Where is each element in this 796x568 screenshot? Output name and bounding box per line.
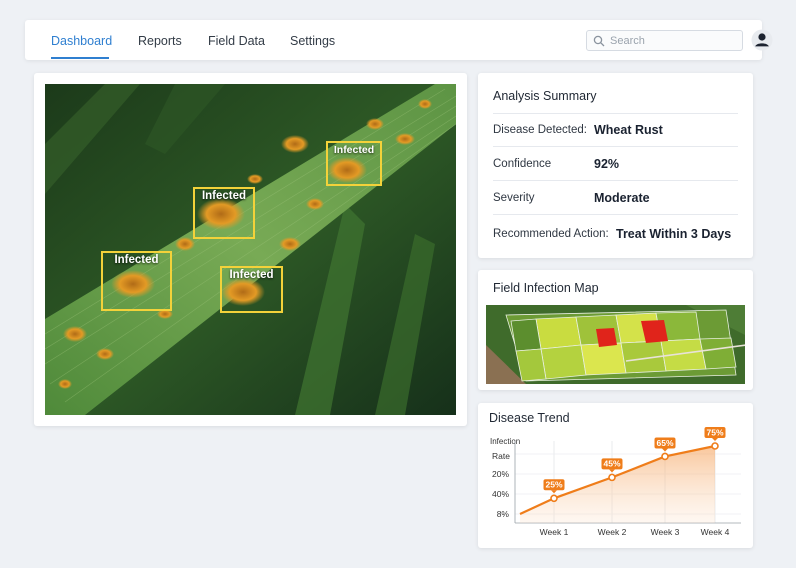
row-label: Recommended Action: (493, 228, 609, 240)
data-label: 45% (603, 459, 620, 469)
data-point (711, 442, 719, 450)
infected-zone[interactable] (596, 328, 617, 347)
tab-dashboard[interactable]: Dashboard (51, 34, 112, 48)
tab-field-data[interactable]: Field Data (208, 34, 265, 48)
detection-label: Infected (114, 254, 159, 266)
x-tick-label: Week 1 (540, 527, 569, 537)
wheat-leaf-image (45, 84, 456, 415)
data-label-pointer (662, 448, 668, 452)
data-point (550, 494, 558, 503)
y-tick-label: 8% (497, 509, 510, 519)
active-tab-indicator (51, 57, 109, 59)
x-tick-label: Week 3 (651, 527, 680, 537)
detection-label: Infected (229, 269, 274, 281)
detection-box[interactable]: Infected (101, 251, 172, 311)
card-title: Field Infection Map (493, 281, 599, 295)
field-infection-map-card: Field Infection Map (478, 270, 753, 390)
data-label-pointer (712, 438, 718, 441)
summary-row: Disease Detected: Wheat Rust (493, 113, 738, 147)
analysis-summary-card: Analysis Summary Disease Detected: Wheat… (478, 73, 753, 258)
x-tick-label: Week 4 (701, 527, 730, 537)
row-label: Disease Detected: (493, 124, 587, 136)
data-label-pointer (551, 490, 557, 494)
leaf-photo: Infected Infected Infected Infected (45, 84, 456, 415)
search-icon (593, 35, 605, 47)
search-box[interactable] (586, 30, 743, 51)
summary-row: Confidence 92% (493, 147, 738, 181)
leaf-image-card: Infected Infected Infected Infected (34, 73, 467, 426)
detection-label: Infected (333, 144, 375, 156)
detection-box[interactable]: Infected (326, 141, 382, 186)
row-value: Wheat Rust (594, 123, 663, 137)
row-label: Confidence (493, 158, 552, 170)
y-axis-title-line1: Infection (490, 437, 520, 446)
user-avatar-icon[interactable] (751, 29, 773, 51)
tab-reports[interactable]: Reports (138, 34, 182, 48)
data-label: 65% (656, 438, 673, 448)
disease-trend-card: Disease Trend Infection Rate 8% 40% 20% Wee… (478, 403, 753, 548)
detection-box[interactable]: Infected (193, 187, 255, 239)
field-map-image[interactable] (486, 305, 745, 384)
x-tick-label: Week 2 (598, 527, 627, 537)
detection-box[interactable]: Infected (220, 266, 283, 313)
row-value: Treat Within 3 Days (616, 227, 732, 241)
data-label: 75% (706, 427, 723, 437)
row-label: Severity (493, 192, 535, 204)
top-nav-bar: Dashboard Reports Field Data Settings (25, 20, 773, 60)
y-axis-title-line2: Rate (492, 451, 510, 461)
data-label-pointer (609, 469, 615, 473)
card-title: Analysis Summary (493, 89, 597, 103)
tab-settings[interactable]: Settings (290, 34, 335, 48)
row-value: Moderate (594, 191, 650, 205)
detection-label: Infected (201, 190, 247, 202)
y-tick-label: 40% (492, 489, 509, 499)
disease-trend-chart: Infection Rate 8% 40% 20% Week 1 Week 2 Week … (490, 427, 741, 537)
summary-row: Severity Moderate (493, 181, 738, 215)
y-tick-label: 20% (492, 469, 509, 479)
data-label: 25% (545, 480, 562, 490)
summary-row: Recommended Action: Treat Within 3 Days (493, 217, 738, 251)
data-point (661, 452, 669, 461)
data-point (608, 473, 616, 482)
row-value: 92% (594, 157, 620, 171)
search-input[interactable] (610, 33, 738, 48)
